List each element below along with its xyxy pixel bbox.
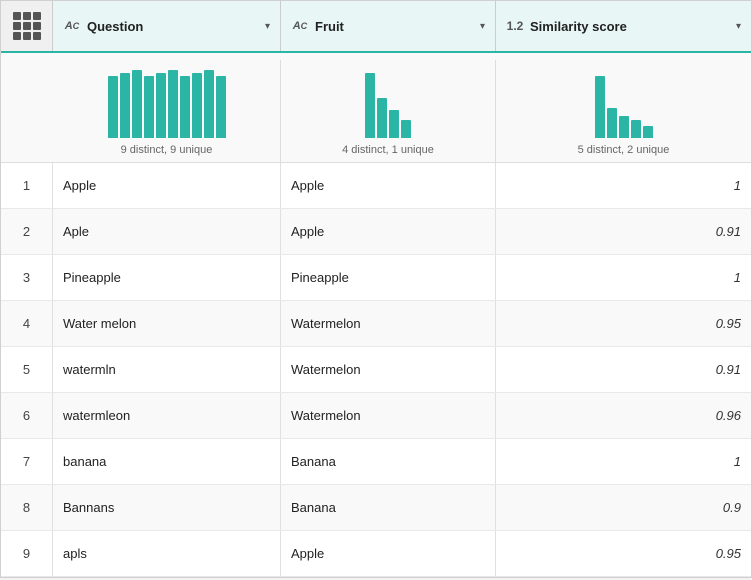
chevron-question-icon: ▾ <box>265 21 270 32</box>
cell-question: Aple <box>53 209 281 254</box>
row-number: 4 <box>1 301 53 346</box>
bar <box>365 73 375 138</box>
header-score-text: Similarity score <box>530 19 627 34</box>
cell-score: 1 <box>496 163 751 208</box>
cell-question: watermleon <box>53 393 281 438</box>
chevron-score-icon: ▾ <box>736 21 741 32</box>
bar <box>168 70 178 138</box>
bar <box>156 73 166 138</box>
table-row: 9 apls Apple 0.95 <box>1 531 751 577</box>
header-question-label: AC Question <box>63 17 143 35</box>
header-fruit[interactable]: AC Fruit ▾ <box>281 1 496 51</box>
cell-question: Pineapple <box>53 255 281 300</box>
data-table: AC Question ▾ AC Fruit ▾ 1.2 Similarity … <box>0 0 752 578</box>
type-icon-fruit: AC <box>291 17 309 35</box>
chevron-fruit-icon: ▾ <box>480 21 485 32</box>
header-question-text: Question <box>87 19 143 34</box>
cell-fruit: Banana <box>281 485 496 530</box>
bar <box>377 98 387 138</box>
grid-icon <box>13 12 41 40</box>
cell-score: 0.95 <box>496 301 751 346</box>
cell-fruit: Apple <box>281 531 496 576</box>
table-row: 7 banana Banana 1 <box>1 439 751 485</box>
table-row: 5 watermln Watermelon 0.91 <box>1 347 751 393</box>
bar <box>132 70 142 138</box>
cell-fruit: Apple <box>281 209 496 254</box>
bar <box>631 120 641 138</box>
bar <box>607 108 617 138</box>
cell-question: watermln <box>53 347 281 392</box>
cell-fruit: Banana <box>281 439 496 484</box>
preview-label-fruit: 4 distinct, 1 unique <box>342 144 434 156</box>
cell-question: Apple <box>53 163 281 208</box>
header-score[interactable]: 1.2 Similarity score ▾ <box>496 1 751 51</box>
preview-fruit: 4 distinct, 1 unique <box>281 60 496 162</box>
cell-score: 1 <box>496 439 751 484</box>
bar <box>144 76 154 138</box>
cell-score: 0.9 <box>496 485 751 530</box>
cell-fruit: Watermelon <box>281 393 496 438</box>
cell-question: Bannans <box>53 485 281 530</box>
data-rows-container: 1 Apple Apple 1 2 Aple Apple 0.91 3 Pine… <box>1 163 751 577</box>
bar <box>619 116 629 138</box>
bar <box>108 76 118 138</box>
header-row: AC Question ▾ AC Fruit ▾ 1.2 Similarity … <box>1 1 751 53</box>
cell-question: banana <box>53 439 281 484</box>
cell-question: apls <box>53 531 281 576</box>
bar <box>216 76 226 138</box>
table-row: 4 Water melon Watermelon 0.95 <box>1 301 751 347</box>
bar <box>389 110 399 138</box>
table-row: 3 Pineapple Pineapple 1 <box>1 255 751 301</box>
bar <box>401 120 411 138</box>
bar <box>643 126 653 138</box>
row-number: 1 <box>1 163 53 208</box>
row-number: 6 <box>1 393 53 438</box>
table-row: 1 Apple Apple 1 <box>1 163 751 209</box>
preview-label-score: 5 distinct, 2 unique <box>578 144 670 156</box>
preview-label-question: 9 distinct, 9 unique <box>121 144 213 156</box>
cell-fruit: Apple <box>281 163 496 208</box>
type-icon-question: AC <box>63 17 81 35</box>
row-number: 8 <box>1 485 53 530</box>
preview-question: 9 distinct, 9 unique <box>53 60 281 162</box>
cell-fruit: Watermelon <box>281 347 496 392</box>
cell-fruit: Pineapple <box>281 255 496 300</box>
cell-score: 1 <box>496 255 751 300</box>
row-number: 9 <box>1 531 53 576</box>
row-number: 3 <box>1 255 53 300</box>
bar <box>120 73 130 138</box>
bar-chart-fruit <box>365 68 411 138</box>
cell-score: 0.96 <box>496 393 751 438</box>
header-question[interactable]: AC Question ▾ <box>53 1 281 51</box>
table-row: 8 Bannans Banana 0.9 <box>1 485 751 531</box>
cell-question: Water melon <box>53 301 281 346</box>
cell-score: 0.91 <box>496 209 751 254</box>
cell-score: 0.95 <box>496 531 751 576</box>
row-number: 7 <box>1 439 53 484</box>
cell-fruit: Watermelon <box>281 301 496 346</box>
header-fruit-label: AC Fruit <box>291 17 344 35</box>
bar-chart-score <box>595 68 653 138</box>
bar <box>204 70 214 138</box>
bar <box>180 76 190 138</box>
row-number: 5 <box>1 347 53 392</box>
preview-row: 9 distinct, 9 unique 4 distinct, 1 uniqu… <box>1 53 751 163</box>
table-icon-cell <box>1 1 53 51</box>
header-fruit-text: Fruit <box>315 19 344 34</box>
header-score-label: 1.2 Similarity score <box>506 17 627 35</box>
bar <box>192 73 202 138</box>
row-number: 2 <box>1 209 53 254</box>
bar-chart-question <box>108 68 226 138</box>
table-row: 2 Aple Apple 0.91 <box>1 209 751 255</box>
table-row: 6 watermleon Watermelon 0.96 <box>1 393 751 439</box>
cell-score: 0.91 <box>496 347 751 392</box>
bar <box>595 76 605 138</box>
type-icon-score: 1.2 <box>506 17 524 35</box>
preview-score: 5 distinct, 2 unique <box>496 60 751 162</box>
